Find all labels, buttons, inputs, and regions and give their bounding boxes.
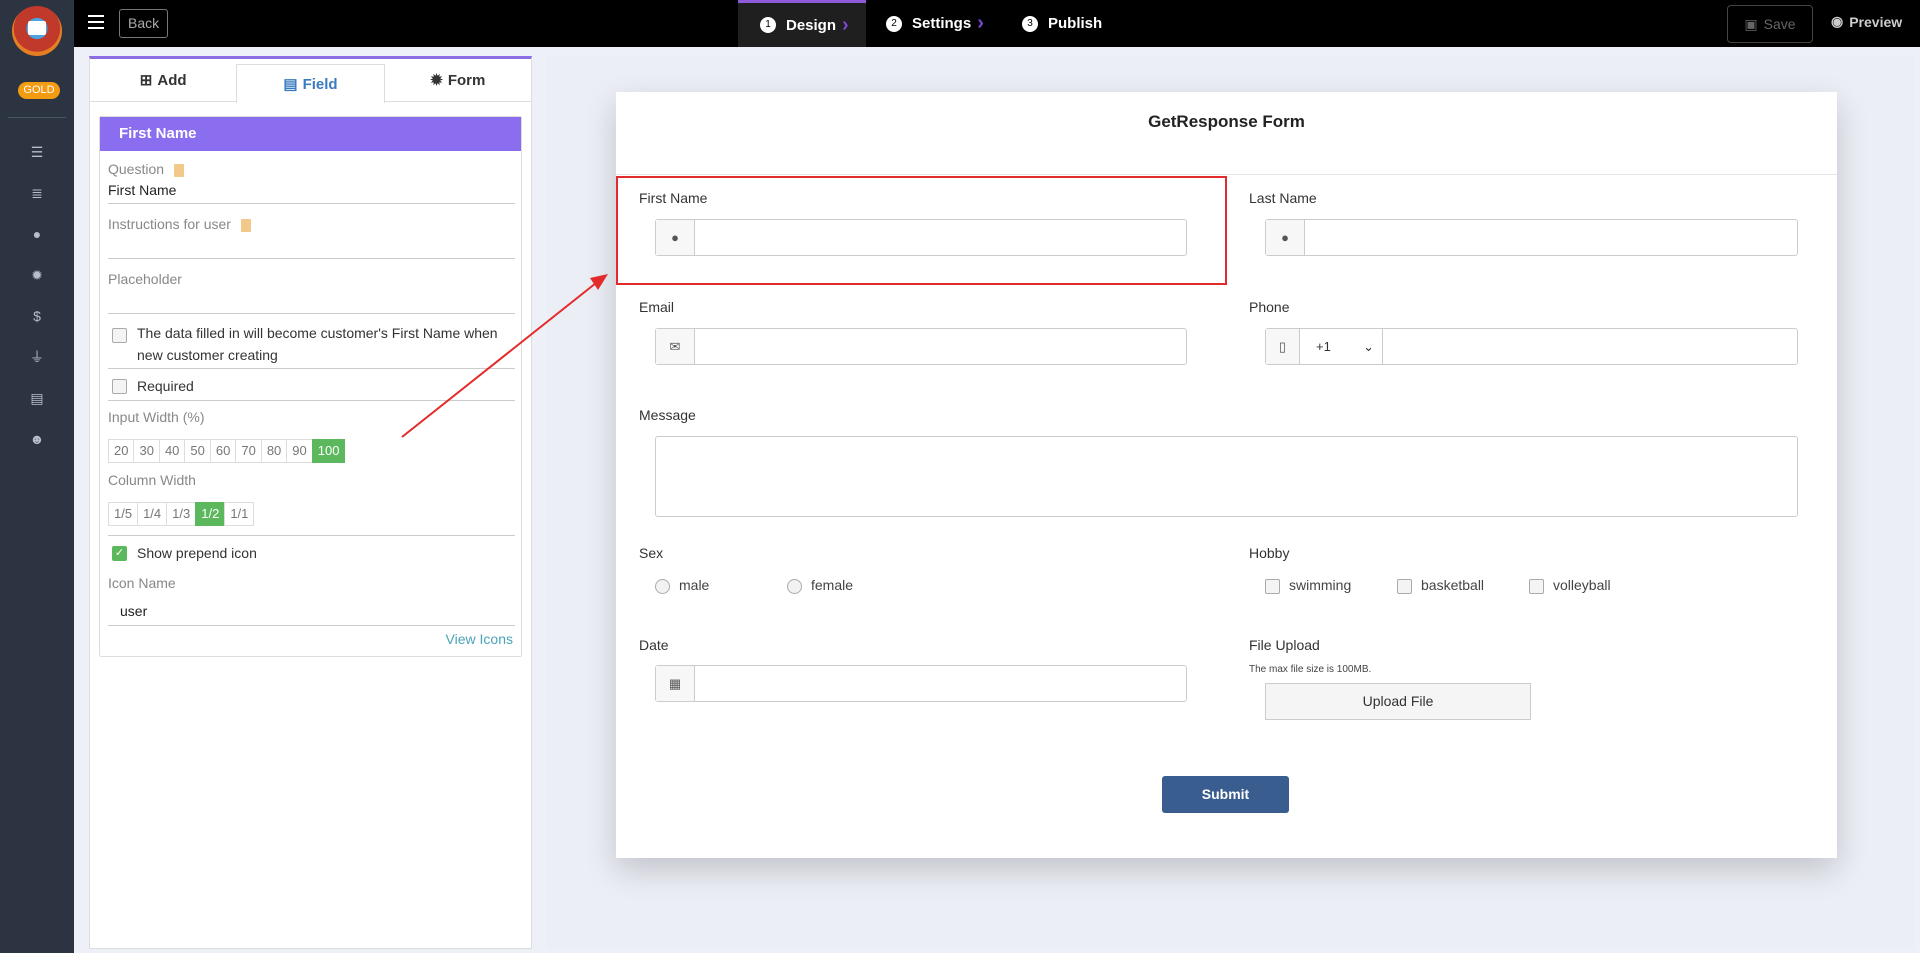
- arrow-head: [590, 274, 608, 290]
- annotation-arrow: [401, 274, 608, 438]
- arrow-line: [401, 282, 597, 438]
